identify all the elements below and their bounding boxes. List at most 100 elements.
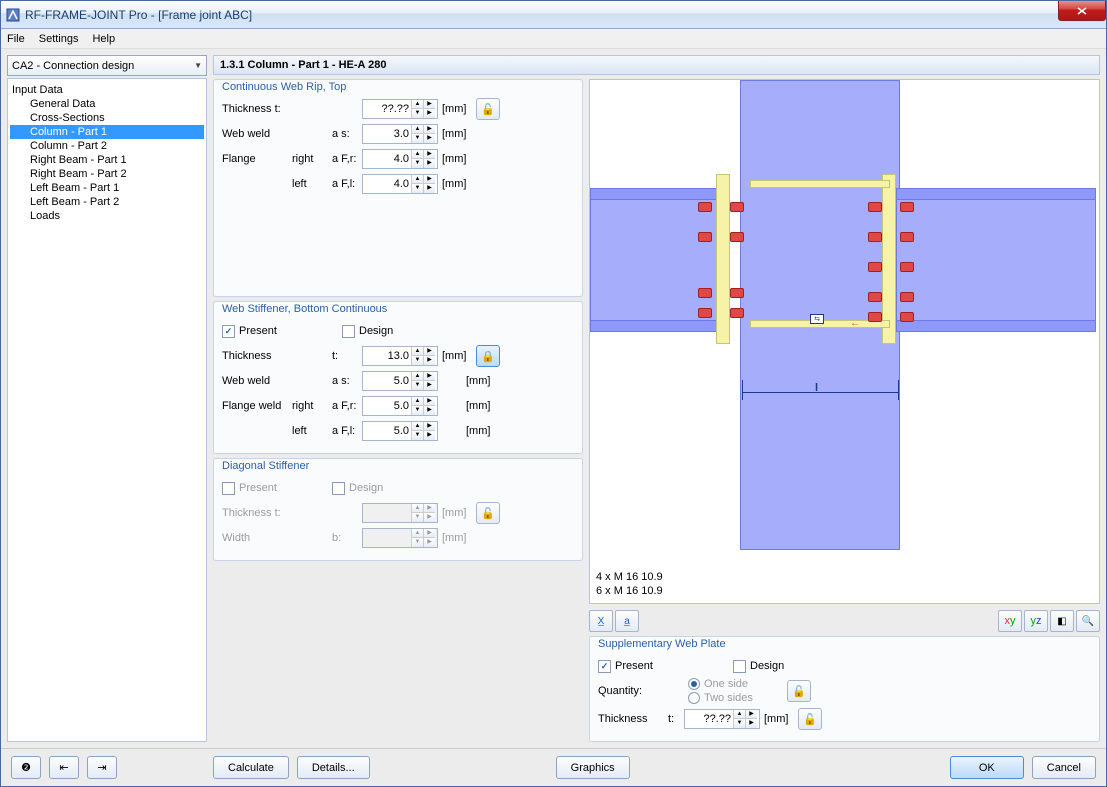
- nav-tree: Input Data General Data Cross-Sections C…: [7, 78, 207, 742]
- tree-item-loads[interactable]: Loads: [10, 209, 204, 223]
- unit: [mm]: [438, 128, 472, 140]
- menu-file[interactable]: File: [7, 33, 25, 45]
- flange-left-input[interactable]: ▲▼▶▶: [362, 174, 438, 194]
- symbol: b:: [332, 532, 362, 544]
- cancel-button[interactable]: Cancel: [1032, 756, 1096, 779]
- unit: [mm]: [438, 507, 472, 519]
- case-combo[interactable]: CA2 - Connection design ▼: [7, 55, 207, 76]
- thickness-input[interactable]: ▲▼▶▶: [684, 709, 760, 729]
- label: Thickness t:: [222, 507, 292, 519]
- menu-settings[interactable]: Settings: [39, 33, 79, 45]
- group-continuous-web-rip: Continuous Web Rip, Top Thickness t: ▲▼▶…: [213, 79, 583, 297]
- group-title: Supplementary Web Plate: [596, 638, 728, 650]
- footer: ❷ ⇤ ⇥ Calculate Details... Graphics OK C…: [1, 748, 1106, 786]
- graphics-button[interactable]: Graphics: [556, 756, 630, 779]
- sublabel: left: [292, 425, 332, 437]
- tree-item-cross-sections[interactable]: Cross-Sections: [10, 111, 204, 125]
- symbol: t:: [668, 713, 684, 725]
- unit: [mm]: [462, 425, 496, 437]
- tree-item-right-beam-part1[interactable]: Right Beam - Part 1: [10, 153, 204, 167]
- view-iso-button[interactable]: ◧: [1050, 610, 1074, 632]
- graphics-viewport[interactable]: l ⇆ ← 4 x M 16 10.9 6 x M 16 10.9: [589, 79, 1100, 604]
- tree-item-left-beam-part1[interactable]: Left Beam - Part 1: [10, 181, 204, 195]
- label: Thickness: [222, 350, 292, 362]
- present-checkbox[interactable]: [222, 482, 235, 495]
- group-title: Diagonal Stiffener: [220, 460, 311, 472]
- group-title: Continuous Web Rip, Top: [220, 81, 348, 93]
- flangeweld-left-input[interactable]: ▲▼▶▶: [362, 421, 438, 441]
- app-icon: [5, 7, 21, 23]
- window-title: RF-FRAME-JOINT Pro - [Frame joint ABC]: [25, 8, 252, 22]
- group-diagonal-stiffener: Diagonal Stiffener Present Design Thickn…: [213, 458, 583, 561]
- unit: [mm]: [462, 400, 496, 412]
- calculate-button[interactable]: Calculate: [213, 756, 289, 779]
- label: Thickness t:: [222, 103, 292, 115]
- titlebar: RF-FRAME-JOINT Pro - [Frame joint ABC]: [1, 1, 1106, 29]
- unit: [mm]: [438, 350, 472, 362]
- group-supplementary-web-plate: Supplementary Web Plate Present Design Q…: [589, 636, 1100, 742]
- radio-twosides: [688, 692, 700, 704]
- lock-button[interactable]: 🔓: [787, 680, 811, 702]
- view-a-button[interactable]: a̲: [615, 610, 639, 632]
- lock-button[interactable]: 🔓: [476, 98, 500, 120]
- prev-button[interactable]: ⇤: [49, 756, 79, 779]
- design-checkbox[interactable]: [733, 660, 746, 673]
- thickness-input: ▲▼▶▶: [362, 503, 438, 523]
- unit: [mm]: [438, 103, 472, 115]
- symbol: a s:: [332, 128, 362, 140]
- lock-button[interactable]: 🔒: [476, 345, 500, 367]
- group-title: Web Stiffener, Bottom Continuous: [220, 303, 389, 315]
- annotation: 4 x M 16 10.9: [596, 571, 663, 583]
- label: Quantity:: [598, 685, 688, 697]
- present-checkbox[interactable]: [222, 325, 235, 338]
- menu-help[interactable]: Help: [92, 33, 115, 45]
- ok-button[interactable]: OK: [950, 756, 1024, 779]
- sublabel: left: [292, 178, 332, 190]
- thickness-input[interactable]: ▲▼▶▶: [362, 99, 438, 119]
- dim-label: l: [815, 382, 818, 394]
- view-xy-button[interactable]: xy: [998, 610, 1022, 632]
- tree-root[interactable]: Input Data: [10, 83, 204, 97]
- label: Flange weld: [222, 400, 292, 412]
- symbol: a s:: [332, 375, 362, 387]
- symbol: a F,r:: [332, 400, 362, 412]
- tree-item-right-beam-part2[interactable]: Right Beam - Part 2: [10, 167, 204, 181]
- tree-item-general-data[interactable]: General Data: [10, 97, 204, 111]
- chevron-down-icon: ▼: [194, 61, 202, 70]
- label: Width: [222, 532, 292, 544]
- unit: [mm]: [438, 532, 472, 544]
- next-button[interactable]: ⇥: [87, 756, 117, 779]
- flangeweld-right-input[interactable]: ▲▼▶▶: [362, 396, 438, 416]
- unit: [mm]: [438, 153, 472, 165]
- label: Thickness: [598, 713, 668, 725]
- symbol: a F,l:: [332, 425, 362, 437]
- symbol: t:: [332, 350, 362, 362]
- menubar: File Settings Help: [1, 29, 1106, 49]
- label: Flange: [222, 153, 292, 165]
- tree-item-column-part1[interactable]: Column - Part 1: [10, 125, 204, 139]
- unit: [mm]: [438, 178, 472, 190]
- flange-right-input[interactable]: ▲▼▶▶: [362, 149, 438, 169]
- radio-oneside: [688, 678, 700, 690]
- tree-item-column-part2[interactable]: Column - Part 2: [10, 139, 204, 153]
- symbol: a F,r:: [332, 153, 362, 165]
- combo-value: CA2 - Connection design: [12, 60, 134, 72]
- webweld-input[interactable]: ▲▼▶▶: [362, 371, 438, 391]
- label: Web weld: [222, 128, 292, 140]
- present-checkbox[interactable]: [598, 660, 611, 673]
- view-x-button[interactable]: X̲: [589, 610, 613, 632]
- webweld-input[interactable]: ▲▼▶▶: [362, 124, 438, 144]
- close-button[interactable]: [1058, 1, 1106, 21]
- design-checkbox: [332, 482, 345, 495]
- width-input: ▲▼▶▶: [362, 528, 438, 548]
- group-web-stiffener: Web Stiffener, Bottom Continuous Present…: [213, 301, 583, 454]
- design-checkbox[interactable]: [342, 325, 355, 338]
- view-yz-button[interactable]: yz: [1024, 610, 1048, 632]
- lock-button[interactable]: 🔓: [798, 708, 822, 730]
- details-button[interactable]: Details...: [297, 756, 370, 779]
- zoom-button[interactable]: 🔍: [1076, 610, 1100, 632]
- tree-item-left-beam-part2[interactable]: Left Beam - Part 2: [10, 195, 204, 209]
- help-button[interactable]: ❷: [11, 756, 41, 779]
- thickness-input[interactable]: ▲▼▶▶: [362, 346, 438, 366]
- page-title: 1.3.1 Column - Part 1 - HE-A 280: [213, 55, 1100, 75]
